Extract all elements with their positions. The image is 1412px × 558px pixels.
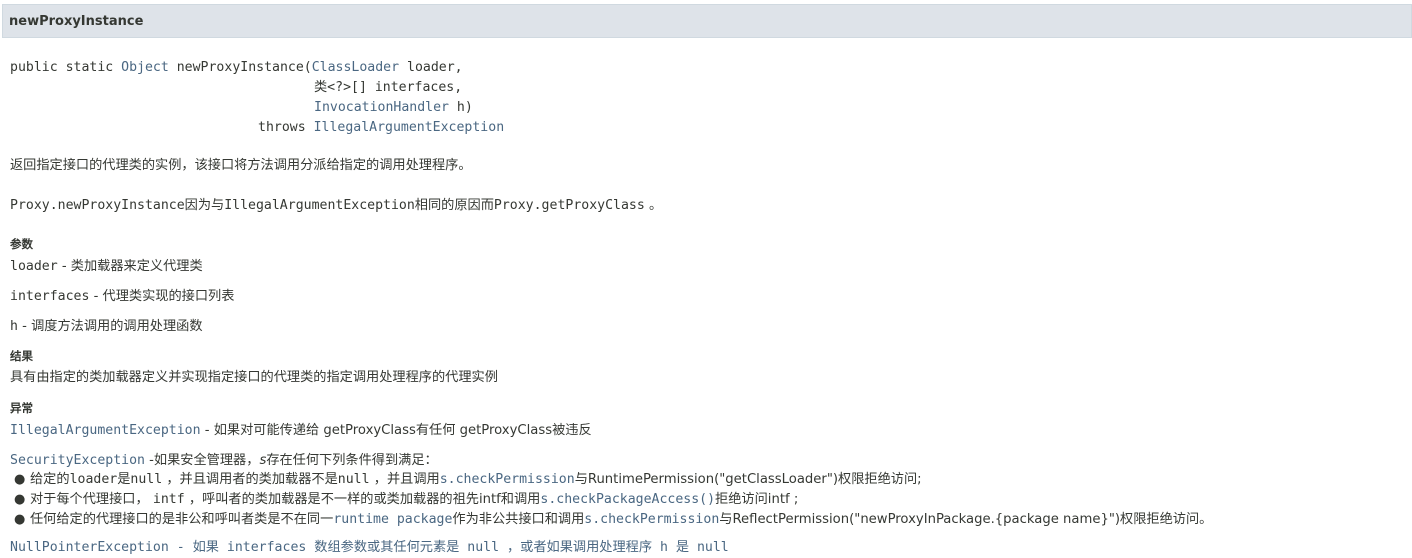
param-desc: - 类加载器来定义代理类	[57, 259, 203, 274]
signature-line-1: public static Object newProxyInstance(Cl…	[10, 58, 463, 78]
cond-code: null	[130, 472, 163, 487]
cond-text: 作为非公共接口和调用	[452, 512, 585, 527]
cond-text: 拒绝访问intf ;	[715, 492, 799, 507]
modifiers: public static	[10, 60, 122, 75]
cond-text: 任何给定的代理接口的是非公和呼叫者类是不在同一	[30, 512, 334, 527]
note-end: 。	[644, 198, 663, 213]
se-desc-post: 存在任何下列条件得到满足：	[266, 453, 438, 468]
method-title: newProxyInstance	[9, 14, 144, 29]
method-name: newProxyInstance(	[168, 60, 312, 75]
list-item: ● 给定的loader是null ，并且调用者的类加载器不是null ，并且调用s…	[14, 470, 1212, 490]
exceptions-label: 异常	[10, 401, 33, 415]
iae-link[interactable]: IllegalArgumentException	[10, 423, 201, 438]
note-code-newproxyinstance: Proxy.newProxyInstance	[10, 198, 185, 213]
return-type-link[interactable]: Object	[121, 60, 169, 75]
list-item: ● 任何给定的代理接口的是非公和呼叫者类是不在同一runtime package作…	[14, 510, 1213, 530]
checkpackageaccess-link[interactable]: s.checkPackageAccess()	[540, 492, 715, 507]
throws-keyword: throws	[258, 120, 314, 135]
param-name: h	[10, 319, 18, 334]
cond-code: intf	[152, 492, 185, 507]
cond-text: 是	[117, 472, 131, 487]
runtime-package-link[interactable]: runtime package	[333, 512, 452, 527]
note-text-1: 因为与	[184, 198, 225, 213]
method-header: newProxyInstance	[2, 4, 1412, 38]
signature-line-3: InvocationHandler h)	[314, 98, 473, 118]
illegalargumentexception-link[interactable]: IllegalArgumentException	[314, 120, 505, 135]
method-description: 返回指定接口的代理类的实例，该接口将方法调用分派给指定的调用处理程序。	[10, 158, 472, 173]
list-item: ● 对于每个代理接口， intf ，呼叫者的类加载器是不一样的或类加载器的祖先in…	[14, 490, 1212, 510]
exception-item-iae: IllegalArgumentException - 如果对可能传递给 getP…	[10, 421, 592, 441]
cond-text: 给定的	[30, 472, 70, 487]
se-desc-pre: -如果安全管理器，	[144, 453, 260, 468]
result-text: 具有由指定的类加载器定义并实现指定接口的代理类的指定调用处理程序的代理实例	[10, 370, 498, 385]
param-item-h: h - 调度方法调用的调用处理函数	[10, 317, 203, 337]
iae-desc: - 如果对可能传递给 getProxyClass有任何 getProxyClas…	[200, 423, 592, 438]
cond-code: null	[337, 472, 370, 487]
note-code-iae: IllegalArgumentException	[224, 198, 415, 213]
bullet-icon: ●	[14, 512, 26, 527]
security-conditions-list: ● 给定的loader是null ，并且调用者的类加载器不是null ，并且调用s…	[14, 470, 1213, 530]
signature-line-4: throws IllegalArgumentException	[258, 118, 504, 138]
note-text-2: 相同的原因而	[414, 198, 494, 213]
checkpermission-link[interactable]: s.checkPermission	[584, 512, 719, 527]
classloader-link[interactable]: ClassLoader	[312, 60, 399, 75]
param-desc: - 调度方法调用的调用处理函数	[17, 319, 203, 334]
invocationhandler-link[interactable]: InvocationHandler	[314, 100, 449, 115]
note-code-getproxyclass: Proxy.getProxyClass	[493, 198, 645, 213]
param-h: h)	[448, 100, 473, 115]
npe-partial-line: NullPointerException - 如果 interfaces 数组参…	[10, 540, 729, 555]
param-name: interfaces	[10, 289, 90, 304]
cond-code: loader	[69, 472, 118, 487]
securityexception-link[interactable]: SecurityException	[10, 453, 145, 468]
checkpermission-link[interactable]: s.checkPermission	[440, 472, 575, 487]
cond-text: 对于每个代理接口，	[30, 492, 153, 507]
bullet-icon: ●	[14, 472, 26, 487]
param-loader: loader,	[399, 60, 463, 75]
signature-line-2: 类<?>[] interfaces,	[314, 78, 462, 98]
bullet-icon: ●	[14, 492, 26, 507]
exception-item-se: SecurityException -如果安全管理器，s存在任何下列条件得到满足…	[10, 451, 438, 471]
cond-text: ，并且调用者的类加载器不是	[162, 472, 338, 487]
cond-text: ，并且调用	[369, 472, 440, 487]
cond-text: 与ReflectPermission("newProxyInPackage.{p…	[719, 512, 1213, 527]
param-item-interfaces: interfaces - 代理类实现的接口列表	[10, 287, 234, 307]
param-item-loader: loader - 类加载器来定义代理类	[10, 257, 203, 277]
result-label: 结果	[10, 349, 33, 363]
params-label: 参数	[10, 237, 33, 251]
param-interfaces: 类<?>[] interfaces,	[314, 80, 463, 95]
cond-text: ，呼叫者的类加载器是不一样的或类加载器的祖先intf和调用	[184, 492, 541, 507]
cond-text: 与RuntimePermission("getClassLoader")权限拒绝…	[574, 472, 922, 487]
param-desc: - 代理类实现的接口列表	[89, 289, 235, 304]
method-note: Proxy.newProxyInstance因为与IllegalArgument…	[10, 196, 662, 216]
param-name: loader	[10, 259, 58, 274]
